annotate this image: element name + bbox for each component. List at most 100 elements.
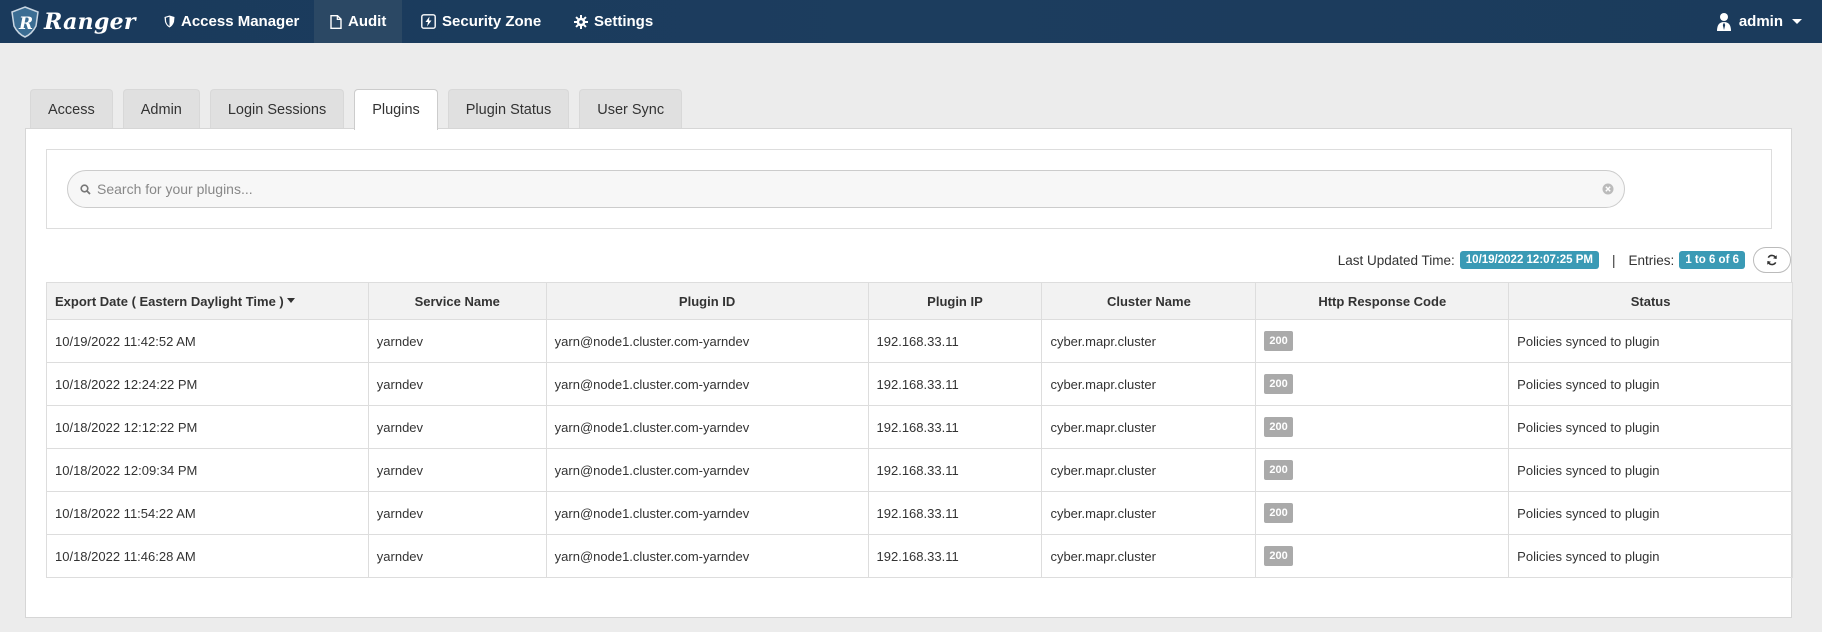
last-updated-label: Last Updated Time:	[1337, 252, 1455, 268]
svg-text:R: R	[18, 14, 33, 34]
search-icon	[80, 183, 91, 195]
search-well	[46, 149, 1772, 229]
tab-plugin-status[interactable]: Plugin Status	[447, 89, 570, 129]
column-header-http-response-code: Http Response Code	[1255, 282, 1510, 320]
table-header-row: Export Date ( Eastern Daylight Time ) Se…	[46, 282, 1793, 320]
user-name: admin	[1738, 13, 1783, 30]
cell-plugin-ip: 192.168.33.11	[867, 362, 1043, 406]
table-row: 10/19/2022 11:42:52 AM yarndev yarn@node…	[46, 319, 1793, 363]
meta-separator: |	[1612, 252, 1616, 268]
cell-cluster-name: cyber.mapr.cluster	[1041, 534, 1257, 578]
column-header-plugin-ip: Plugin IP	[867, 282, 1043, 320]
response-code-badge: 200	[1264, 546, 1293, 566]
cell-plugin-ip: 192.168.33.11	[867, 448, 1043, 492]
search-input[interactable]	[97, 181, 1577, 197]
shield-icon	[164, 15, 175, 28]
cell-status: Policies synced to plugin	[1508, 491, 1793, 535]
refresh-button[interactable]	[1753, 247, 1791, 273]
nav-security-zone[interactable]: Security Zone	[405, 0, 557, 43]
cell-service-name: yarndev	[367, 491, 547, 535]
cell-plugin-ip: 192.168.33.11	[867, 319, 1043, 363]
cell-export-date: 10/18/2022 12:24:22 PM	[46, 362, 369, 406]
cell-status: Policies synced to plugin	[1508, 362, 1793, 406]
cell-status: Policies synced to plugin	[1508, 448, 1793, 492]
brand-name: Ranger	[44, 9, 136, 35]
top-navbar: R Ranger Access Manager Audit Security Z…	[0, 0, 1822, 43]
cell-service-name: yarndev	[367, 448, 547, 492]
cell-plugin-id: yarn@node1.cluster.com-yarndev	[545, 405, 869, 449]
cell-plugin-id: yarn@node1.cluster.com-yarndev	[545, 534, 869, 578]
plugins-panel: Last Updated Time: 10/19/2022 12:07:25 P…	[25, 128, 1793, 618]
table-row: 10/18/2022 11:54:22 AM yarndev yarn@node…	[46, 491, 1793, 535]
cell-plugin-ip: 192.168.33.11	[867, 405, 1043, 449]
cell-http-response-code: 200	[1255, 448, 1510, 492]
gear-icon	[574, 14, 588, 29]
response-code-badge: 200	[1264, 503, 1293, 523]
entries-label: Entries:	[1628, 252, 1675, 268]
column-header-plugin-id: Plugin ID	[545, 282, 869, 320]
user-menu[interactable]: admin	[1716, 0, 1802, 43]
sort-desc-icon	[286, 297, 295, 303]
cell-export-date: 10/18/2022 12:12:22 PM	[46, 405, 369, 449]
cell-status: Policies synced to plugin	[1508, 319, 1793, 363]
ranger-logo-icon: R	[11, 6, 39, 38]
tab-plugins[interactable]: Plugins	[354, 89, 438, 130]
cell-plugin-ip: 192.168.33.11	[867, 534, 1043, 578]
response-code-badge: 200	[1264, 331, 1293, 351]
cell-status: Policies synced to plugin	[1508, 534, 1793, 578]
plugins-table: Export Date ( Eastern Daylight Time ) Se…	[46, 282, 1793, 578]
last-updated-value: 10/19/2022 12:07:25 PM	[1459, 251, 1600, 269]
nav-access-manager[interactable]: Access Manager	[148, 0, 315, 43]
search-box[interactable]	[67, 170, 1625, 208]
table-row: 10/18/2022 12:12:22 PM yarndev yarn@node…	[46, 405, 1793, 449]
cell-plugin-ip: 192.168.33.11	[867, 491, 1043, 535]
cell-export-date: 10/18/2022 11:54:22 AM	[46, 491, 369, 535]
entries-value: 1 to 6 of 6	[1679, 251, 1745, 269]
table-row: 10/18/2022 12:24:22 PM yarndev yarn@node…	[46, 362, 1793, 406]
response-code-badge: 200	[1264, 374, 1293, 394]
column-header-cluster-name: Cluster Name	[1041, 282, 1257, 320]
cell-service-name: yarndev	[367, 534, 547, 578]
cell-cluster-name: cyber.mapr.cluster	[1041, 491, 1257, 535]
cell-service-name: yarndev	[367, 362, 547, 406]
tab-access[interactable]: Access	[30, 89, 113, 129]
table-row: 10/18/2022 12:09:34 PM yarndev yarn@node…	[46, 448, 1793, 492]
column-header-service-name: Service Name	[367, 282, 547, 320]
nav-access-manager-label: Access Manager	[181, 13, 300, 30]
cell-service-name: yarndev	[367, 319, 547, 363]
cell-plugin-id: yarn@node1.cluster.com-yarndev	[545, 491, 869, 535]
clear-icon[interactable]	[1602, 183, 1614, 195]
nav-audit[interactable]: Audit	[314, 0, 403, 43]
brand[interactable]: R Ranger	[10, 4, 136, 40]
column-header-export-date-label: Export Date ( Eastern Daylight Time )	[55, 293, 284, 309]
cell-http-response-code: 200	[1255, 491, 1510, 535]
cell-plugin-id: yarn@node1.cluster.com-yarndev	[545, 448, 869, 492]
tab-admin[interactable]: Admin	[122, 89, 200, 129]
column-header-status: Status	[1508, 282, 1793, 320]
cell-cluster-name: cyber.mapr.cluster	[1041, 405, 1257, 449]
nav-security-zone-label: Security Zone	[442, 13, 542, 30]
cell-plugin-id: yarn@node1.cluster.com-yarndev	[545, 319, 869, 363]
bolt-icon	[421, 14, 436, 29]
cell-cluster-name: cyber.mapr.cluster	[1041, 448, 1257, 492]
cell-export-date: 10/18/2022 12:09:34 PM	[46, 448, 369, 492]
response-code-badge: 200	[1264, 417, 1293, 437]
cell-http-response-code: 200	[1255, 362, 1510, 406]
column-header-export-date[interactable]: Export Date ( Eastern Daylight Time )	[46, 282, 369, 320]
cell-cluster-name: cyber.mapr.cluster	[1041, 319, 1257, 363]
cell-status: Policies synced to plugin	[1508, 405, 1793, 449]
cell-cluster-name: cyber.mapr.cluster	[1041, 362, 1257, 406]
cell-http-response-code: 200	[1255, 319, 1510, 363]
cell-plugin-id: yarn@node1.cluster.com-yarndev	[545, 362, 869, 406]
cell-export-date: 10/19/2022 11:42:52 AM	[46, 319, 369, 363]
tab-login-sessions[interactable]: Login Sessions	[209, 89, 345, 129]
chevron-down-icon	[1792, 19, 1802, 24]
nav-settings-label: Settings	[594, 13, 654, 30]
table-row: 10/18/2022 11:46:28 AM yarndev yarn@node…	[46, 534, 1793, 578]
tab-user-sync[interactable]: User Sync	[579, 89, 683, 129]
meta-row: Last Updated Time: 10/19/2022 12:07:25 P…	[1338, 247, 1791, 273]
nav-settings[interactable]: Settings	[558, 0, 669, 43]
nav-audit-label: Audit	[348, 13, 387, 30]
refresh-icon	[1767, 254, 1777, 266]
file-icon	[330, 14, 342, 29]
